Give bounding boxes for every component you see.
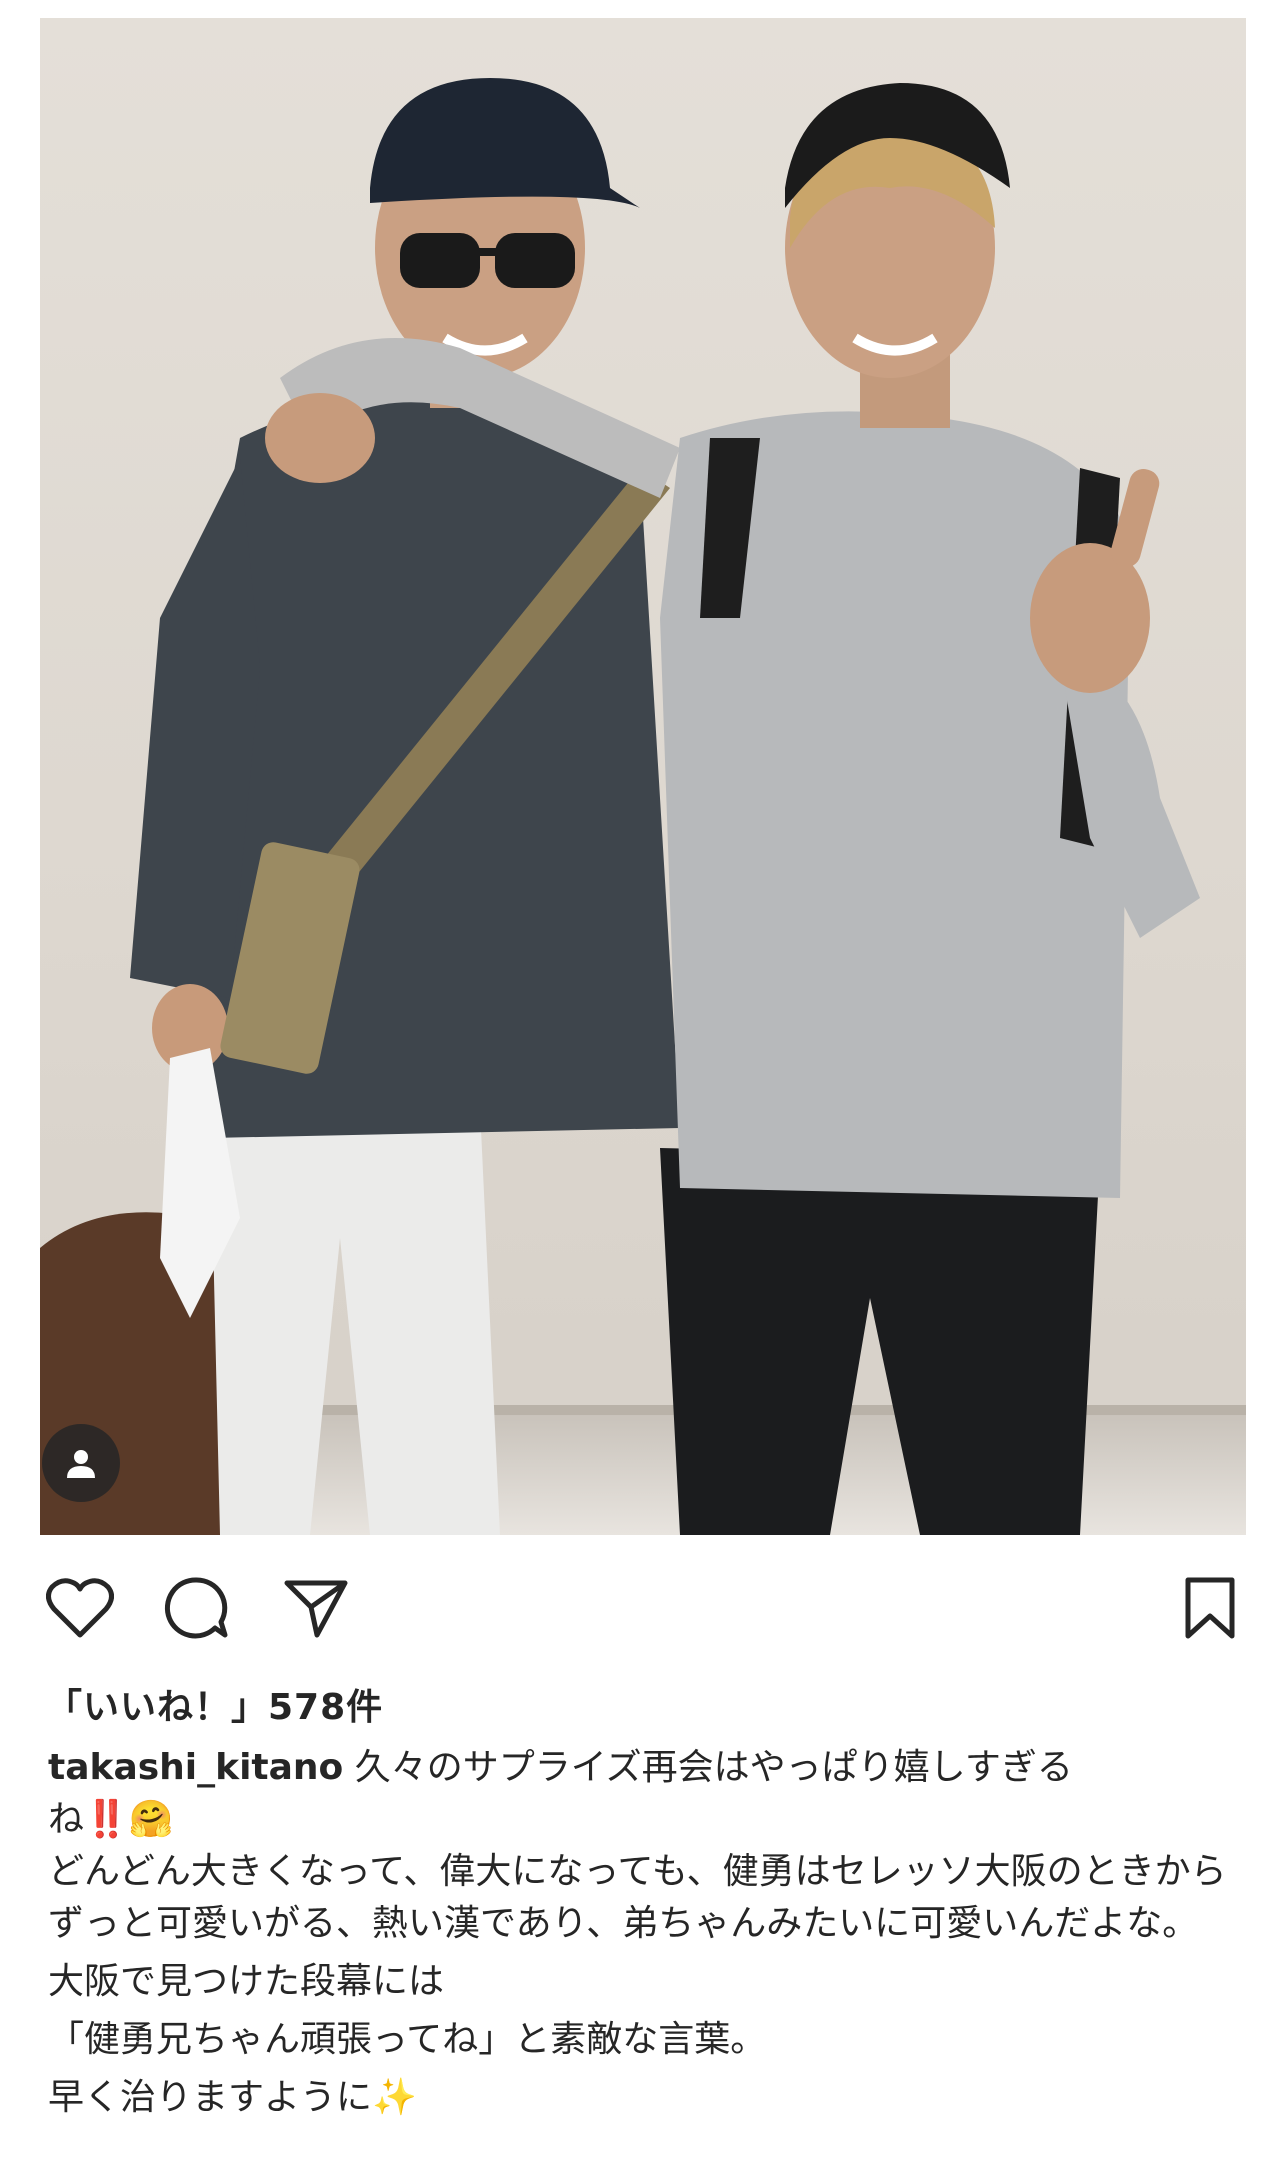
- caption-text: 久々のサプライズ再会はやっぱり嬉しすぎる: [343, 1747, 1073, 1788]
- username-link[interactable]: takashi_kitano: [48, 1747, 343, 1788]
- caption-paragraph-3: 大阪で見つけた段幕には: [48, 1961, 445, 2002]
- bookmark-icon[interactable]: [1170, 1568, 1250, 1648]
- photo-illustration: [40, 78, 1200, 1535]
- caption-paragraph-4: 「健勇兄ちゃん頑張ってね」と素敵な言葉。: [48, 2019, 767, 2060]
- post-caption: takashi_kitano 久々のサプライズ再会はやっぱり嬉しすぎる ね‼️🤗…: [48, 1742, 1238, 2124]
- user-tag-icon[interactable]: [42, 1424, 120, 1502]
- comment-bubble-icon[interactable]: [156, 1568, 236, 1648]
- caption-first-line: takashi_kitano 久々のサプライズ再会はやっぱり嬉しすぎる: [48, 1742, 1238, 1794]
- heart-icon[interactable]: [40, 1568, 120, 1648]
- caption-line-2: ね‼️🤗: [48, 1799, 174, 1840]
- caption-paragraph-5: 早く治りますように✨: [48, 2077, 417, 2118]
- post-photo[interactable]: [40, 18, 1246, 1535]
- caption-paragraph-2: どんどん大きくなって、偉大になっても、健勇はセレッソ大阪のときからずっと可愛いが…: [48, 1851, 1227, 1944]
- paper-plane-icon[interactable]: [276, 1568, 356, 1648]
- post-action-bar: [40, 1568, 1246, 1648]
- likes-count[interactable]: 「いいね！」578件: [46, 1678, 383, 1730]
